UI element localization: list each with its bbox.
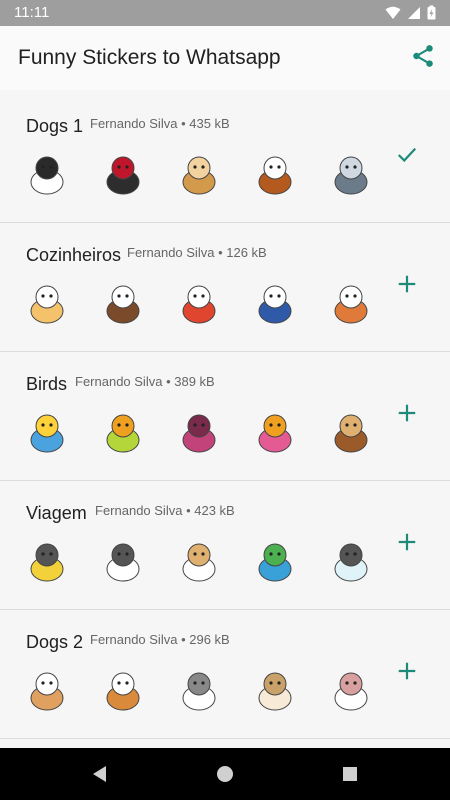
pack-name: Dogs 1: [26, 116, 84, 136]
sticker-pack-row[interactable]: Viagem Fernando Silva • 423 kB: [0, 481, 450, 610]
status-bar: 11:11: [0, 0, 450, 26]
green-bird-sticker: [106, 414, 140, 453]
airplane-sticker: [182, 543, 216, 582]
pack-name: Viagem: [26, 503, 87, 523]
app-bar: Funny Stickers to Whatsapp: [0, 26, 450, 90]
wifi-icon: [385, 6, 401, 19]
poodle-sticker: [182, 672, 216, 711]
chef-pizza-sticker: [334, 285, 368, 324]
pack-meta: Fernando Silva • 435 kB: [90, 116, 230, 131]
pack-meta: Fernando Silva • 296 kB: [90, 632, 230, 647]
pack-author: Fernando Silva: [90, 116, 178, 131]
pack-author: Fernando Silva: [90, 632, 178, 647]
chef-girl-sticker: [106, 285, 140, 324]
pack-meta: Fernando Silva • 126 kB: [127, 245, 267, 260]
sticker-preview-row: [22, 279, 376, 329]
sticker-preview-row: [22, 150, 376, 200]
system-nav-bar: [0, 748, 450, 800]
pack-author: Fernando Silva: [127, 245, 215, 260]
sticker-pack-row[interactable]: Dogs 2 Fernando Silva • 296 kB: [0, 610, 450, 739]
chihuahua-sticker: [182, 156, 216, 195]
pack-size: 126 kB: [226, 245, 267, 260]
dalmatian-sticker: [30, 156, 64, 195]
globe-sticker: [258, 543, 292, 582]
sticker-preview-row: [22, 537, 376, 587]
pack-size: 435 kB: [189, 116, 230, 131]
pack-name: Dogs 2: [26, 632, 84, 652]
pink-bird-sticker: [258, 414, 292, 453]
battery-icon: [427, 5, 436, 20]
sticker-preview-row: [22, 408, 376, 458]
status-icons: [385, 5, 436, 20]
pack-name: Cozinheiros: [26, 245, 122, 265]
sticker-pack-row[interactable]: Dogs 1 Fernando Silva • 435 kB: [0, 94, 450, 223]
french-bulldog-sticker: [106, 156, 140, 195]
blue-bird-sticker: [30, 414, 64, 453]
cavalier-spaniel-sticker: [258, 156, 292, 195]
add-to-whatsapp-icon[interactable]: [396, 402, 418, 424]
yellow-car-sticker: [30, 543, 64, 582]
pack-size: 296 kB: [189, 632, 230, 647]
pink-owl-sticker: [182, 414, 216, 453]
balloon-sticker: [334, 543, 368, 582]
corgi-sticker: [30, 672, 64, 711]
sticker-preview-row: [22, 666, 376, 716]
loaded-car-sticker: [106, 543, 140, 582]
pack-meta: Fernando Silva • 423 kB: [95, 503, 235, 518]
status-time: 11:11: [14, 4, 50, 21]
pack-size: 423 kB: [194, 503, 235, 518]
signal-icon: [408, 6, 420, 19]
pack-size: 389 kB: [174, 374, 215, 389]
pack-author: Fernando Silva: [95, 503, 183, 518]
pack-author: Fernando Silva: [75, 374, 163, 389]
dog-in-car-sticker: [334, 156, 368, 195]
pack-meta: Fernando Silva • 389 kB: [75, 374, 215, 389]
sticker-pack-row[interactable]: Birds Fernando Silva • 389 kB: [0, 352, 450, 481]
chef-cake-sticker: [30, 285, 64, 324]
chef-boy-sticker: [258, 285, 292, 324]
add-to-whatsapp-icon[interactable]: [396, 531, 418, 553]
home-icon[interactable]: [215, 764, 235, 784]
add-to-whatsapp-icon[interactable]: [396, 273, 418, 295]
share-icon[interactable]: [410, 43, 436, 69]
corgi-leash-sticker: [106, 672, 140, 711]
back-icon[interactable]: [90, 764, 110, 784]
app-title: Funny Stickers to Whatsapp: [18, 46, 281, 69]
recents-icon[interactable]: [340, 764, 360, 784]
pomeranian-sticker: [258, 672, 292, 711]
brown-owl-sticker: [334, 414, 368, 453]
bull-terrier-sticker: [334, 672, 368, 711]
added-check-icon[interactable]: [396, 144, 418, 166]
chef-red-hair-sticker: [182, 285, 216, 324]
add-to-whatsapp-icon[interactable]: [396, 660, 418, 682]
sticker-pack-list: Dogs 1 Fernando Silva • 435 kB Cozinheir…: [0, 94, 450, 739]
sticker-pack-row[interactable]: Cozinheiros Fernando Silva • 126 kB: [0, 223, 450, 352]
pack-name: Birds: [26, 374, 68, 394]
